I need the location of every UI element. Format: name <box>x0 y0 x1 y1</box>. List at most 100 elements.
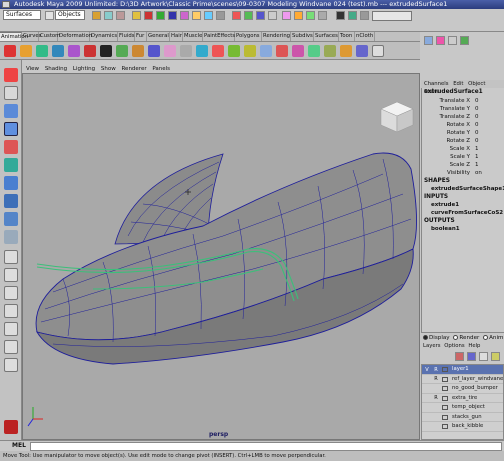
anim-radio[interactable] <box>483 335 489 340</box>
cluster-icon[interactable] <box>164 45 176 57</box>
channel-row[interactable]: Translate Y0 <box>421 105 504 113</box>
shelf-tab-custom[interactable]: Custom <box>39 32 60 41</box>
layout-four-icon[interactable] <box>4 268 18 282</box>
channel-value[interactable]: 1 <box>473 153 503 161</box>
tool-settings-icon[interactable] <box>348 11 357 20</box>
mask-deformations-icon[interactable] <box>180 11 189 20</box>
layout-graph-icon[interactable] <box>4 340 18 354</box>
shelf-tab-deformation[interactable]: Deformation <box>58 32 92 41</box>
layer-reference-toggle[interactable] <box>433 386 439 392</box>
joint-tool-icon[interactable] <box>100 45 112 57</box>
mask-rendering-icon[interactable] <box>204 11 213 20</box>
layout-two-stacked-icon[interactable] <box>4 304 18 318</box>
layers-menu[interactable]: Layers <box>423 343 441 349</box>
layer-reference-toggle[interactable]: R <box>433 395 439 401</box>
expression-icon[interactable] <box>308 45 320 57</box>
panel-menu-show[interactable]: Show <box>101 66 116 72</box>
panel-menu-renderer[interactable]: Renderer <box>121 66 146 72</box>
channel-row[interactable]: Translate Z0 <box>421 113 504 121</box>
channel-value[interactable]: 0 <box>473 121 503 129</box>
channel-value[interactable]: 0 <box>473 129 503 137</box>
new-layer-selected-icon[interactable] <box>491 352 500 361</box>
layer-visibility-toggle[interactable] <box>424 405 430 411</box>
layer-color-swatch[interactable] <box>442 414 448 420</box>
move-tool-icon[interactable] <box>4 122 18 136</box>
layer-visibility-toggle[interactable] <box>424 414 430 420</box>
shelf-menu-icon[interactable] <box>372 45 384 57</box>
soft-modify-tool-icon[interactable] <box>4 194 18 208</box>
channel-value[interactable]: 0 <box>473 113 503 121</box>
paint-weights-icon[interactable] <box>148 45 160 57</box>
layer-visibility-toggle[interactable] <box>424 386 430 392</box>
playblast-icon[interactable] <box>244 45 256 57</box>
shelf-tab-surfaces[interactable]: Surfaces <box>314 32 339 41</box>
toggle-tool-settings-icon[interactable] <box>448 36 457 45</box>
new-empty-layer-icon[interactable] <box>479 352 488 361</box>
history-icon[interactable] <box>282 11 291 20</box>
motion-path-icon[interactable] <box>212 45 224 57</box>
channel-row[interactable]: Rotate Z0 <box>421 137 504 145</box>
layer-visibility-toggle[interactable]: V <box>424 367 430 373</box>
key-scale-icon[interactable] <box>52 45 64 57</box>
select-tool-icon[interactable] <box>4 68 18 82</box>
character-set-icon[interactable] <box>276 45 288 57</box>
shelf-tab-ncloth[interactable]: nCloth <box>355 32 375 41</box>
ipr-render-icon[interactable] <box>306 11 315 20</box>
dope-sheet-icon[interactable] <box>84 45 96 57</box>
channel-row[interactable]: Rotate X0 <box>421 121 504 129</box>
last-tool-icon[interactable] <box>4 230 18 244</box>
layer-reference-toggle[interactable] <box>433 405 439 411</box>
layer-visibility-toggle[interactable] <box>424 376 430 382</box>
layer-row[interactable]: back_kibble <box>422 422 503 432</box>
attribute-editor-icon[interactable] <box>336 11 345 20</box>
mode-menu[interactable]: Surfaces <box>3 10 41 20</box>
move-layer-up-icon[interactable] <box>455 352 464 361</box>
layer-row[interactable]: V R layer1 <box>422 365 503 375</box>
hypergraph-icon[interactable] <box>324 45 336 57</box>
viewport-canvas[interactable] <box>23 74 420 440</box>
mask-surfaces-icon[interactable] <box>168 11 177 20</box>
channel-value[interactable]: 0 <box>473 97 503 105</box>
cb-menu-edit[interactable]: Edit <box>453 81 463 87</box>
select-by-object-icon[interactable] <box>104 11 113 20</box>
snap-view-plane-icon[interactable] <box>268 11 277 20</box>
wire-icon[interactable] <box>356 45 368 57</box>
layer-color-swatch[interactable] <box>442 395 448 401</box>
layer-visibility-toggle[interactable] <box>424 395 430 401</box>
constraint-icon[interactable] <box>228 45 240 57</box>
layer-color-swatch[interactable] <box>442 405 448 410</box>
layer-color-swatch[interactable] <box>442 386 448 391</box>
toggle-channel-box-icon[interactable] <box>424 36 433 45</box>
perspective-viewport[interactable]: persp <box>22 73 420 440</box>
shelf-tab-muscle[interactable]: Muscle <box>183 32 203 41</box>
layer-color-swatch[interactable] <box>442 424 448 429</box>
cb-menu-object[interactable]: Object <box>468 81 485 87</box>
layout-outliner-icon[interactable] <box>4 322 18 336</box>
paint-select-tool-icon[interactable] <box>4 104 18 118</box>
toggle-attribute-editor-icon[interactable] <box>436 36 445 45</box>
mask-joints-icon[interactable] <box>144 11 153 20</box>
help-menu[interactable]: Help <box>468 343 480 349</box>
channel-row[interactable]: Visibility on <box>421 169 504 177</box>
panel-menu-shading[interactable]: Shading <box>45 66 67 72</box>
lattice-icon[interactable] <box>180 45 192 57</box>
channel-row[interactable]: Scale Z1 <box>421 161 504 169</box>
bind-skin-icon[interactable] <box>132 45 144 57</box>
select-by-component-icon[interactable] <box>116 11 125 20</box>
name-field[interactable] <box>372 11 412 21</box>
layer-visibility-toggle[interactable] <box>424 424 430 430</box>
selection-mask-menu[interactable]: Objects <box>55 10 85 20</box>
cb-menu-channels[interactable]: Channels <box>424 81 449 87</box>
channel-row[interactable]: Scale Y1 <box>421 153 504 161</box>
layout-two-side-icon[interactable] <box>4 286 18 300</box>
mask-handles-icon[interactable] <box>132 11 141 20</box>
blend-icon[interactable] <box>340 45 352 57</box>
snap-point-icon[interactable] <box>256 11 265 20</box>
scale-tool-icon[interactable] <box>4 158 18 172</box>
command-line-input[interactable] <box>30 442 502 451</box>
snap-grid-icon[interactable] <box>232 11 241 20</box>
key-rotate-icon[interactable] <box>36 45 48 57</box>
cb-output-item[interactable]: boolean1 <box>431 226 460 232</box>
layer-reference-toggle[interactable] <box>433 414 439 420</box>
render-radio[interactable] <box>453 335 459 340</box>
